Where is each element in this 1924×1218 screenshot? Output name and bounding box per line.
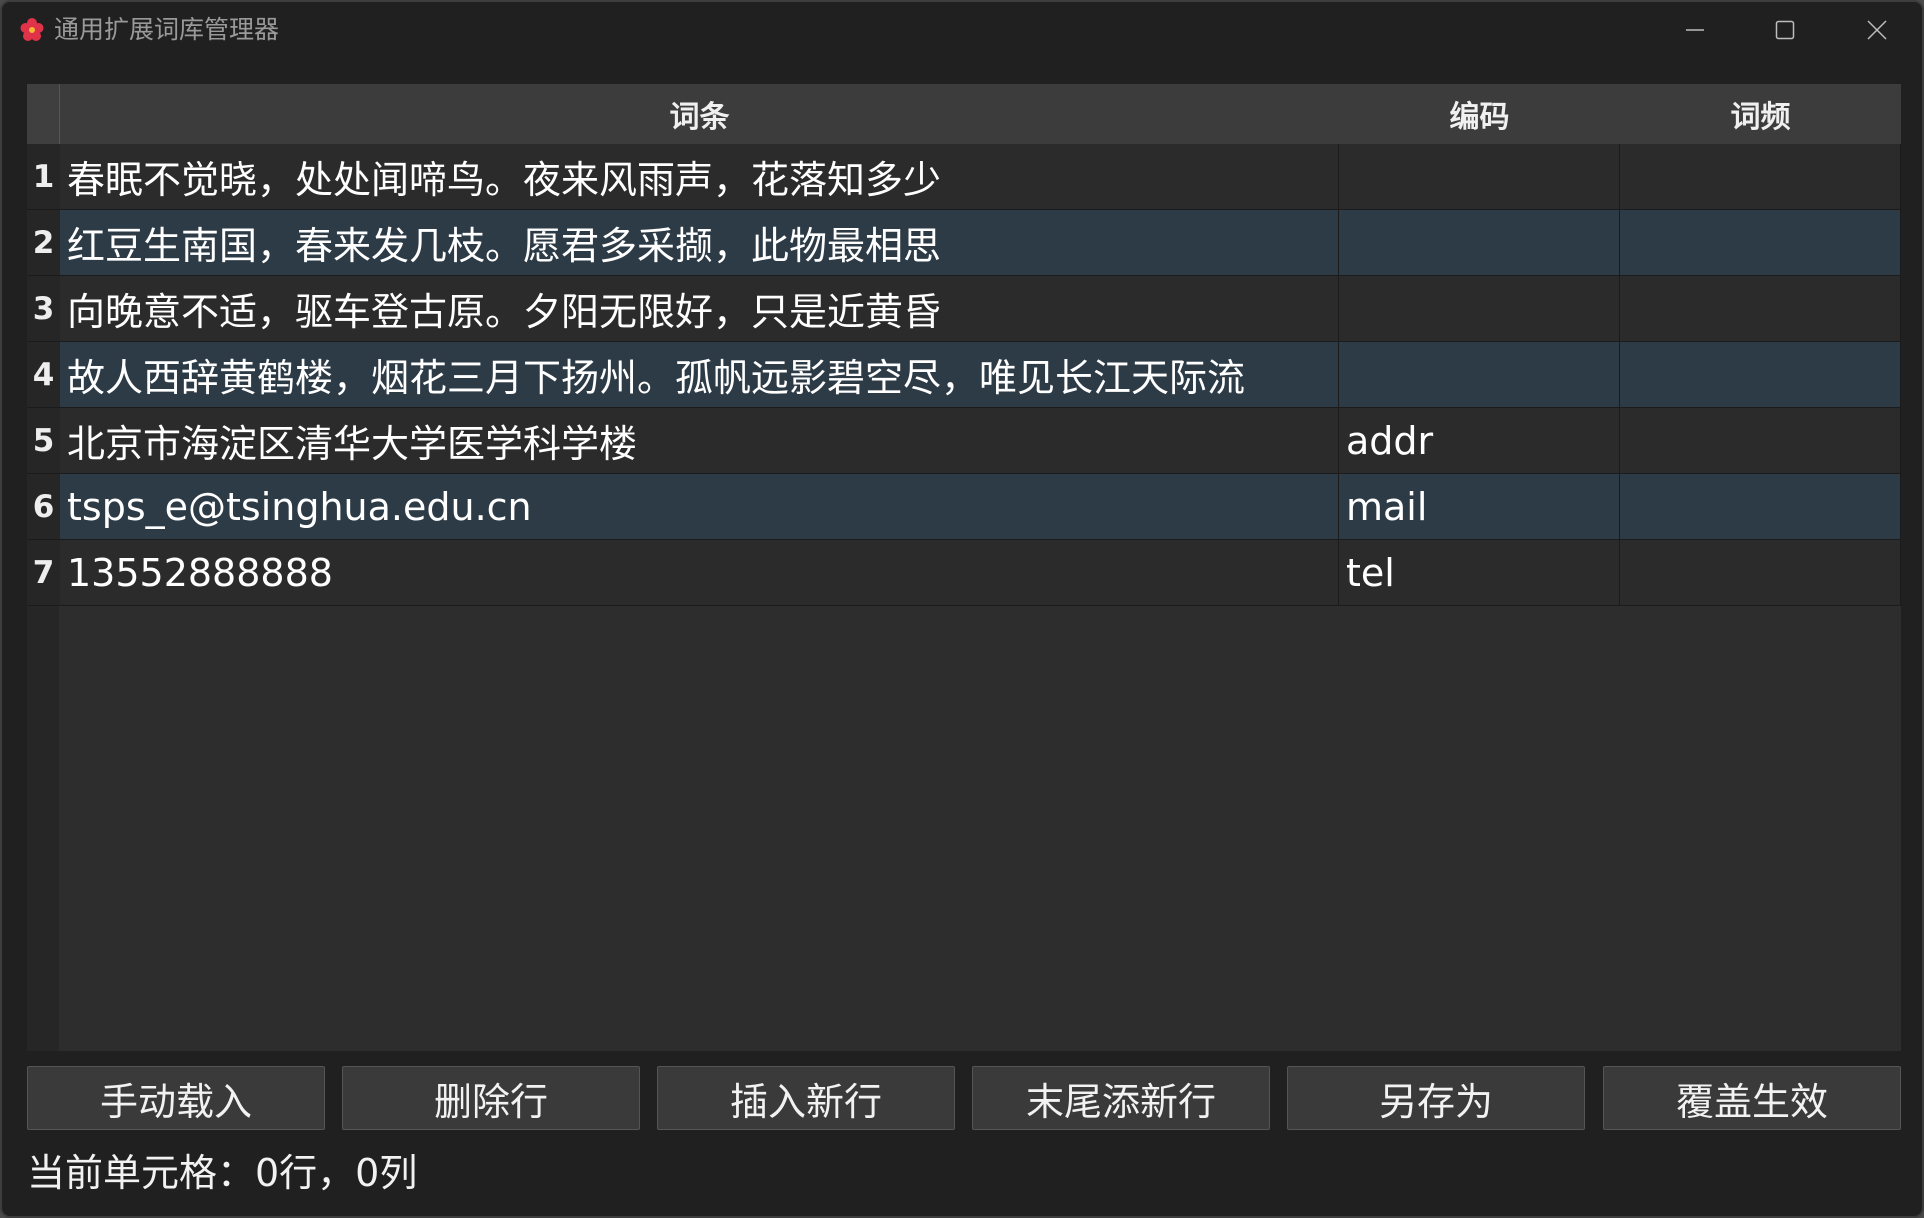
maximize-button[interactable] bbox=[1740, 2, 1830, 58]
table-row[interactable]: 5 北京市海淀区清华大学医学科学楼 addr bbox=[27, 408, 1901, 474]
freq-cell[interactable] bbox=[1620, 474, 1901, 539]
code-cell[interactable]: tel bbox=[1339, 540, 1620, 605]
close-icon bbox=[1867, 20, 1887, 40]
freq-cell[interactable] bbox=[1620, 408, 1901, 473]
row-number[interactable]: 7 bbox=[27, 540, 60, 605]
row-number[interactable]: 3 bbox=[27, 276, 60, 341]
table-row[interactable]: 4 故人西辞黄鹤楼，烟花三月下扬州。孤帆远影碧空尽，唯见长江天际流 bbox=[27, 342, 1901, 408]
code-cell[interactable] bbox=[1339, 210, 1620, 275]
row-number[interactable]: 4 bbox=[27, 342, 60, 407]
column-header-freq[interactable]: 词频 bbox=[1620, 84, 1901, 144]
code-cell[interactable] bbox=[1339, 144, 1620, 209]
code-cell[interactable]: mail bbox=[1339, 474, 1620, 539]
row-number[interactable]: 1 bbox=[27, 144, 60, 209]
term-cell[interactable]: 故人西辞黄鹤楼，烟花三月下扬州。孤帆远影碧空尽，唯见长江天际流 bbox=[60, 342, 1339, 407]
action-button-bar: 手动载入 删除行 插入新行 末尾添新行 另存为 覆盖生效 bbox=[27, 1066, 1901, 1132]
table-row[interactable]: 1 春眠不觉晓，处处闻啼鸟。夜来风雨声，花落知多少 bbox=[27, 144, 1901, 210]
delete-row-button[interactable]: 删除行 bbox=[342, 1066, 640, 1130]
freq-cell[interactable] bbox=[1620, 540, 1901, 605]
table-body: 1 春眠不觉晓，处处闻啼鸟。夜来风雨声，花落知多少 2 红豆生南国，春来发几枝。… bbox=[27, 144, 1901, 606]
column-header: 词条 编码 词频 bbox=[60, 84, 1901, 144]
row-number[interactable]: 2 bbox=[27, 210, 60, 275]
term-cell[interactable]: 13552888888 bbox=[60, 540, 1339, 605]
table-row[interactable]: 3 向晚意不适，驱车登古原。夕阳无限好，只是近黄昏 bbox=[27, 276, 1901, 342]
append-row-button[interactable]: 末尾添新行 bbox=[972, 1066, 1270, 1130]
apply-button[interactable]: 覆盖生效 bbox=[1603, 1066, 1901, 1130]
code-cell[interactable]: addr bbox=[1339, 408, 1620, 473]
row-number[interactable]: 5 bbox=[27, 408, 60, 473]
term-cell[interactable]: tsps_e@tsinghua.edu.cn bbox=[60, 474, 1339, 539]
maximize-icon bbox=[1775, 20, 1795, 40]
minimize-icon bbox=[1686, 29, 1704, 31]
status-label: 当前单元格：0行，0列 bbox=[27, 1151, 418, 1195]
insert-row-button[interactable]: 插入新行 bbox=[657, 1066, 955, 1130]
freq-cell[interactable] bbox=[1620, 144, 1901, 209]
term-cell[interactable]: 北京市海淀区清华大学医学科学楼 bbox=[60, 408, 1339, 473]
close-button[interactable] bbox=[1832, 2, 1922, 58]
freq-cell[interactable] bbox=[1620, 210, 1901, 275]
table-row[interactable]: 6 tsps_e@tsinghua.edu.cn mail bbox=[27, 474, 1901, 540]
window-title: 通用扩展词库管理器 bbox=[54, 15, 280, 44]
title-bar[interactable]: 通用扩展词库管理器 bbox=[2, 2, 1922, 58]
code-cell[interactable] bbox=[1339, 342, 1620, 407]
term-cell[interactable]: 春眠不觉晓，处处闻啼鸟。夜来风雨声，花落知多少 bbox=[60, 144, 1339, 209]
load-button[interactable]: 手动载入 bbox=[27, 1066, 325, 1130]
freq-cell[interactable] bbox=[1620, 342, 1901, 407]
app-window: 通用扩展词库管理器 词条 编码 词频 1 春眠不觉晓，处处闻啼鸟。夜来风雨声，花… bbox=[0, 0, 1924, 1218]
column-header-code[interactable]: 编码 bbox=[1339, 84, 1620, 144]
save-as-button[interactable]: 另存为 bbox=[1287, 1066, 1585, 1130]
row-number[interactable]: 6 bbox=[27, 474, 60, 539]
term-cell[interactable]: 向晚意不适，驱车登古原。夕阳无限好，只是近黄昏 bbox=[60, 276, 1339, 341]
app-flower-icon bbox=[20, 18, 44, 41]
table-row[interactable]: 2 红豆生南国，春来发几枝。愿君多采撷，此物最相思 bbox=[27, 210, 1901, 276]
code-cell[interactable] bbox=[1339, 276, 1620, 341]
term-table[interactable]: 词条 编码 词频 1 春眠不觉晓，处处闻啼鸟。夜来风雨声，花落知多少 2 红豆生… bbox=[27, 84, 1901, 1051]
freq-cell[interactable] bbox=[1620, 276, 1901, 341]
column-header-term[interactable]: 词条 bbox=[60, 84, 1339, 144]
minimize-button[interactable] bbox=[1650, 2, 1740, 58]
table-row[interactable]: 7 13552888888 tel bbox=[27, 540, 1901, 606]
term-cell[interactable]: 红豆生南国，春来发几枝。愿君多采撷，此物最相思 bbox=[60, 210, 1339, 275]
table-corner-button[interactable] bbox=[27, 84, 60, 144]
